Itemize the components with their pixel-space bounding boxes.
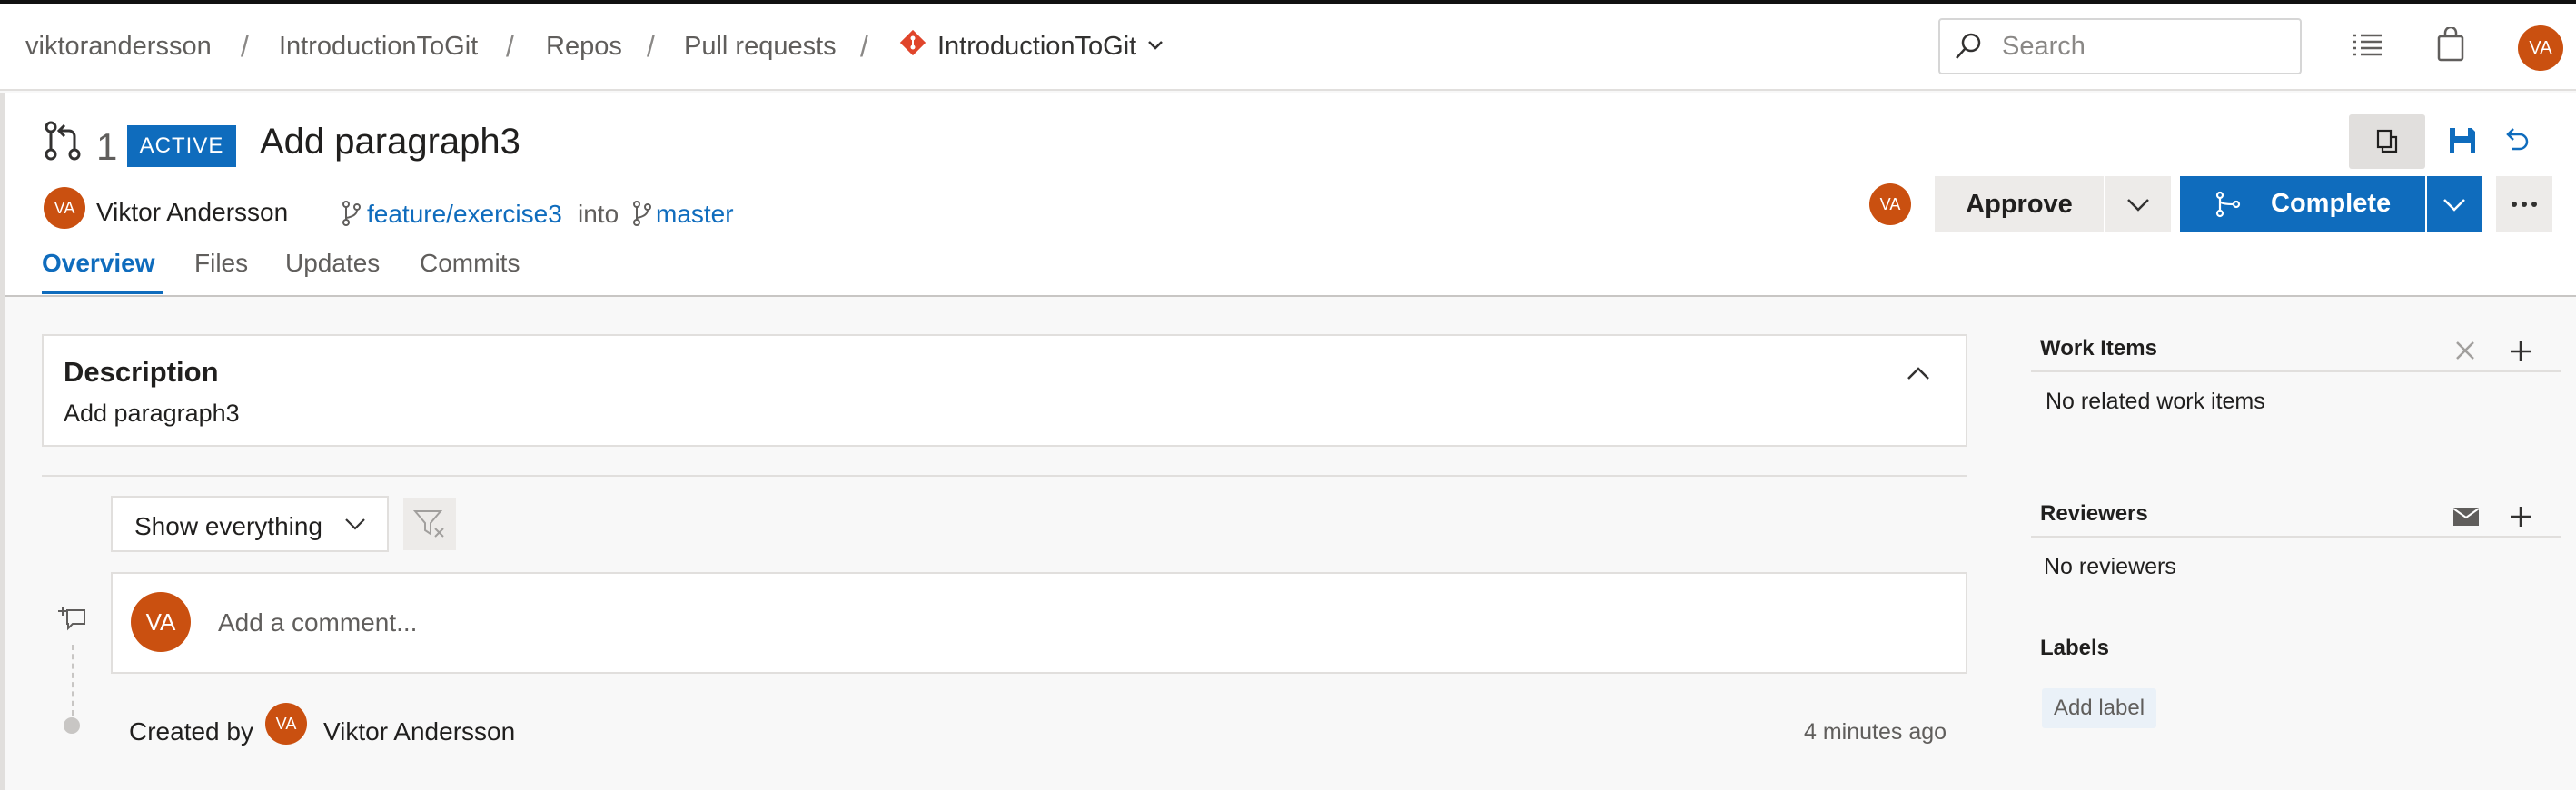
chevron-down-icon [1145,32,1165,62]
copy-button[interactable] [2349,114,2425,169]
add-reviewer-icon[interactable] [2509,505,2532,528]
breadcrumb-pull-requests[interactable]: Pull requests [684,32,837,62]
task-list-icon[interactable] [2351,29,2383,60]
approve-button[interactable]: Approve [1935,176,2104,232]
source-branch-link[interactable]: feature/exercise3 [367,200,562,229]
target-branch-link[interactable]: master [656,200,734,229]
work-items-title: Work Items [2040,336,2157,360]
description-heading: Description [64,356,219,388]
complete-button[interactable]: Complete [2180,176,2425,232]
reviewers-empty: No reviewers [2044,554,2176,579]
tab-commits[interactable]: Commits [420,249,520,278]
labels-title: Labels [2040,636,2110,660]
breadcrumb-separator: / [241,29,249,63]
creator-name[interactable]: Viktor Andersson [323,717,515,746]
breadcrumb-org[interactable]: viktorandersson [25,32,212,62]
user-avatar[interactable]: VA [2518,25,2563,71]
tab-overview[interactable]: Overview [42,249,155,278]
more-actions-button[interactable] [2496,176,2552,232]
breadcrumb-separator: / [860,29,868,63]
search-box[interactable] [1938,18,2302,74]
description-text: Add paragraph3 [64,400,240,427]
filter-clear-icon [413,509,446,539]
git-repo-icon [897,27,928,65]
chevron-down-icon [343,516,367,532]
comment-avatar: VA [131,592,191,652]
add-label-button[interactable]: Add label [2042,688,2156,728]
save-icon[interactable] [2447,125,2478,156]
active-tab-indicator [42,291,163,294]
chevron-down-icon [2125,195,2151,213]
comment-box[interactable]: VA Add a comment... [111,572,1967,674]
filter-selected-value: Show everything [134,512,323,540]
comment-placeholder[interactable]: Add a comment... [218,608,417,637]
pull-request-header: 1 ACTIVE Add paragraph3 VA Viktor Anders… [5,93,2576,297]
timeline-connector [72,645,74,716]
search-input[interactable] [2002,31,2274,62]
top-navigation-bar: viktorandersson / IntroductionToGit / Re… [0,4,2576,91]
chevron-down-icon [2442,195,2467,213]
branch-icon [342,200,362,227]
status-badge: ACTIVE [127,125,236,167]
divider [42,475,1967,477]
pull-request-id: 1 [96,125,118,168]
search-icon [1953,31,1984,62]
close-icon[interactable] [2454,340,2476,361]
reviewer-avatar[interactable]: VA [1869,183,1911,225]
creator-avatar: VA [265,703,307,745]
chevron-up-icon[interactable] [1906,365,1931,383]
reviewers-title: Reviewers [2040,501,2148,526]
approve-options-button[interactable] [2105,176,2171,232]
pull-request-icon [42,120,84,162]
add-label-text: Add label [2053,696,2145,720]
author-name[interactable]: Viktor Andersson [96,198,288,227]
work-items-empty: No related work items [2046,389,2265,414]
complete-label: Complete [2271,189,2392,218]
timeline-dot [64,717,80,734]
repo-name: IntroductionToGit [937,31,1137,61]
complete-options-button[interactable] [2425,176,2482,232]
divider [2031,536,2561,538]
timestamp: 4 minutes ago [1804,719,1947,745]
divider [2031,370,2561,372]
add-work-item-icon[interactable] [2509,340,2532,363]
clear-filter-button[interactable] [403,498,456,550]
add-comment-icon [58,605,87,632]
repo-selector[interactable]: IntroductionToGit [897,27,1165,65]
breadcrumb-separator: / [506,29,514,63]
description-card: Description Add paragraph3 [42,334,1967,447]
author-avatar: VA [44,187,85,229]
copy-icon [2373,128,2401,155]
page-title: Add paragraph3 [260,122,520,162]
shopping-bag-icon[interactable] [2436,27,2465,62]
breadcrumb-separator: / [647,29,655,63]
into-text: into [578,200,619,228]
tab-files[interactable]: Files [194,249,248,278]
mail-icon[interactable] [2452,507,2480,527]
created-by-text: Created by [129,717,253,746]
tab-updates[interactable]: Updates [285,249,380,278]
activity-filter-dropdown[interactable]: Show everything [111,496,389,552]
merge-icon [2214,191,2242,218]
branch-icon [632,200,652,227]
more-icon [2511,201,2538,208]
undo-icon[interactable] [2502,123,2532,154]
breadcrumb-project[interactable]: IntroductionToGit [279,32,478,62]
breadcrumb-repos[interactable]: Repos [546,32,622,62]
